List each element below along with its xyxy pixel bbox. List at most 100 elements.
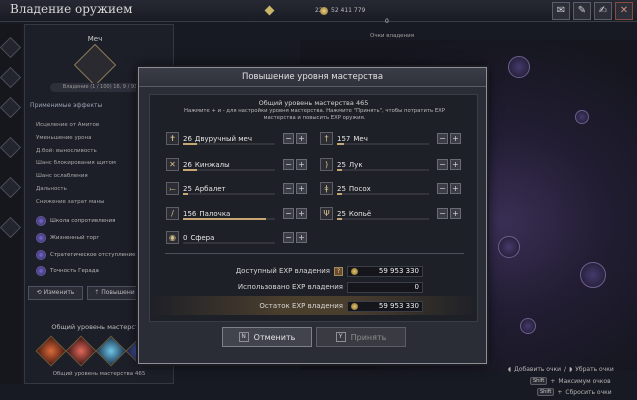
weapon-name: Копьё xyxy=(348,209,372,218)
mouse-icon: ◗ xyxy=(569,366,573,373)
decrease-button[interactable]: − xyxy=(283,208,294,219)
weapon-level: 156 xyxy=(183,209,197,218)
exp-available-row: Доступный EXP владения ? 59 953 330 xyxy=(205,265,423,277)
decrease-button[interactable]: − xyxy=(437,133,448,144)
cancel-key-hint: N xyxy=(238,332,249,342)
bow-icon: ) xyxy=(320,158,333,171)
rune-decoration xyxy=(520,318,536,334)
mail-icon[interactable]: ✉ xyxy=(552,2,570,20)
weapon-progress-bar xyxy=(183,242,275,244)
weapon-row-daggers: ✕ 26 Кинжалы − + xyxy=(166,156,307,173)
weapon-progress-fill xyxy=(337,218,342,220)
hint-add-remove: ◖ Добавить очки / ◗ Убрать очки xyxy=(508,366,614,373)
weapon-name: Кинжалы xyxy=(194,160,230,169)
weapon-row-orb: ◉ 0 Сфера − + xyxy=(166,229,307,246)
hint-reset: Shift + Сбросить очки xyxy=(537,388,612,396)
stat-label: Шанс блокирования щитом xyxy=(36,160,116,166)
points-value: 0 xyxy=(385,18,389,25)
edit-icon[interactable]: ✎ xyxy=(573,2,591,20)
accept-button[interactable]: Y Принять xyxy=(316,327,406,347)
exp-available-label: Доступный EXP владения xyxy=(235,267,330,275)
mouse-icon: ◖ xyxy=(508,366,512,373)
increase-button[interactable]: + xyxy=(450,159,461,170)
decrease-button[interactable]: − xyxy=(283,133,294,144)
decrease-button[interactable]: − xyxy=(437,159,448,170)
weapon-name: Посох xyxy=(348,184,371,193)
exp-available-value: 59 953 330 xyxy=(378,267,419,275)
increase-button[interactable]: + xyxy=(296,208,307,219)
cancel-button[interactable]: N Отменить xyxy=(222,327,312,347)
decrease-button[interactable]: − xyxy=(283,159,294,170)
decrease-button[interactable]: − xyxy=(437,208,448,219)
weapon-row-spear: Ψ 25 Копьё − + xyxy=(320,205,461,222)
perk-icon xyxy=(36,250,46,260)
stat-label: Уменьшение урона xyxy=(36,135,92,141)
increase-button[interactable]: + xyxy=(450,208,461,219)
greatsword-icon: ✝ xyxy=(166,132,179,145)
weapon-progress-fill xyxy=(337,169,342,171)
hint-max: Shift + Максимум очков xyxy=(530,377,611,385)
rune-decoration xyxy=(580,262,606,288)
hint-reset-label: Сбросить очки xyxy=(565,388,612,396)
perk-label: Жизненный торг xyxy=(50,235,100,241)
perk-label: Точность Герада xyxy=(50,268,99,274)
exp-remaining-row: Остаток EXP владения 59 953 330 xyxy=(205,300,423,312)
weapon-level: 157 xyxy=(337,134,351,143)
mastery-points-label: Очки владения xyxy=(370,33,415,39)
hint-remove: Убрать очки xyxy=(575,366,614,373)
weapon-progress-fill xyxy=(183,143,197,145)
increase-button[interactable]: + xyxy=(296,232,307,243)
exp-available-box: 59 953 330 xyxy=(347,265,423,277)
decrease-button[interactable]: − xyxy=(283,183,294,194)
shift-key: Shift xyxy=(537,388,555,396)
weapon-progress-fill xyxy=(183,169,197,171)
weapon-row-sword: † 157 Меч − + xyxy=(320,130,461,147)
stat-label: Шанс ослабления xyxy=(36,173,88,179)
close-button[interactable]: ✕ xyxy=(615,2,633,20)
weapon-row-bow: ) 25 Лук − + xyxy=(320,156,461,173)
spear-icon: Ψ xyxy=(320,207,333,220)
stat-label: Снижение затрат маны xyxy=(36,199,105,205)
upgrade-button-label: Повышени xyxy=(101,289,135,296)
sword-icon: † xyxy=(320,132,333,145)
weapon-progress-fill xyxy=(337,193,342,195)
exp-remaining-highlight: Остаток EXP владения 59 953 330 xyxy=(150,296,479,315)
exp-used-row: Использовано EXP владения 0 xyxy=(205,281,423,293)
currency-value: 52 411 779 xyxy=(331,7,366,14)
coin-icon xyxy=(320,6,328,15)
upgrade-button[interactable]: ⇡ Повышени xyxy=(87,286,142,300)
hint-max-label: Максимум очков xyxy=(558,377,611,385)
perk-icon xyxy=(36,266,46,276)
decrease-button[interactable]: − xyxy=(437,183,448,194)
exp-coin-icon xyxy=(351,267,358,275)
increase-button[interactable]: + xyxy=(450,133,461,144)
increase-button[interactable]: + xyxy=(296,183,307,194)
weapon-row-staff: ǂ 25 Посох − + xyxy=(320,180,461,197)
change-button-label: Изменить xyxy=(43,289,75,296)
weapon-level: 25 xyxy=(337,209,346,218)
rune-decoration xyxy=(575,110,589,124)
currency-display: 222 xyxy=(264,5,326,16)
effects-title: Применимые эффекты xyxy=(30,102,103,109)
stat-label: Исцеление от Амитов xyxy=(36,122,100,128)
weapon-progress-fill xyxy=(337,143,345,145)
instructions-text: Нажмите + и - для настройки уровня масте… xyxy=(183,108,446,121)
dialog-title: Повышение уровня мастерства xyxy=(241,72,384,82)
notes-icon[interactable]: ✍ xyxy=(594,2,612,20)
weapon-row-greatsword: ✝ 26 Двуручный меч − + xyxy=(166,130,307,147)
weapon-progress-bar xyxy=(183,218,275,220)
help-icon[interactable]: ? xyxy=(334,266,343,276)
decrease-button[interactable]: − xyxy=(283,232,294,243)
increase-button[interactable]: + xyxy=(296,159,307,170)
window-title: Владение оружием xyxy=(10,2,133,16)
weapon-progress-fill xyxy=(183,218,266,220)
change-button[interactable]: ⟲ Изменить xyxy=(28,286,83,300)
weapon-level: 25 xyxy=(337,160,346,169)
increase-button[interactable]: + xyxy=(450,183,461,194)
weapon-progress-bar xyxy=(337,169,429,171)
weapon-level: 0 xyxy=(183,233,188,242)
increase-button[interactable]: + xyxy=(296,133,307,144)
weapon-row-crossbow: ⤚ 25 Арбалет − + xyxy=(166,180,307,197)
weapon-progress-bar xyxy=(337,143,429,145)
weapon-progress-bar xyxy=(183,193,275,195)
